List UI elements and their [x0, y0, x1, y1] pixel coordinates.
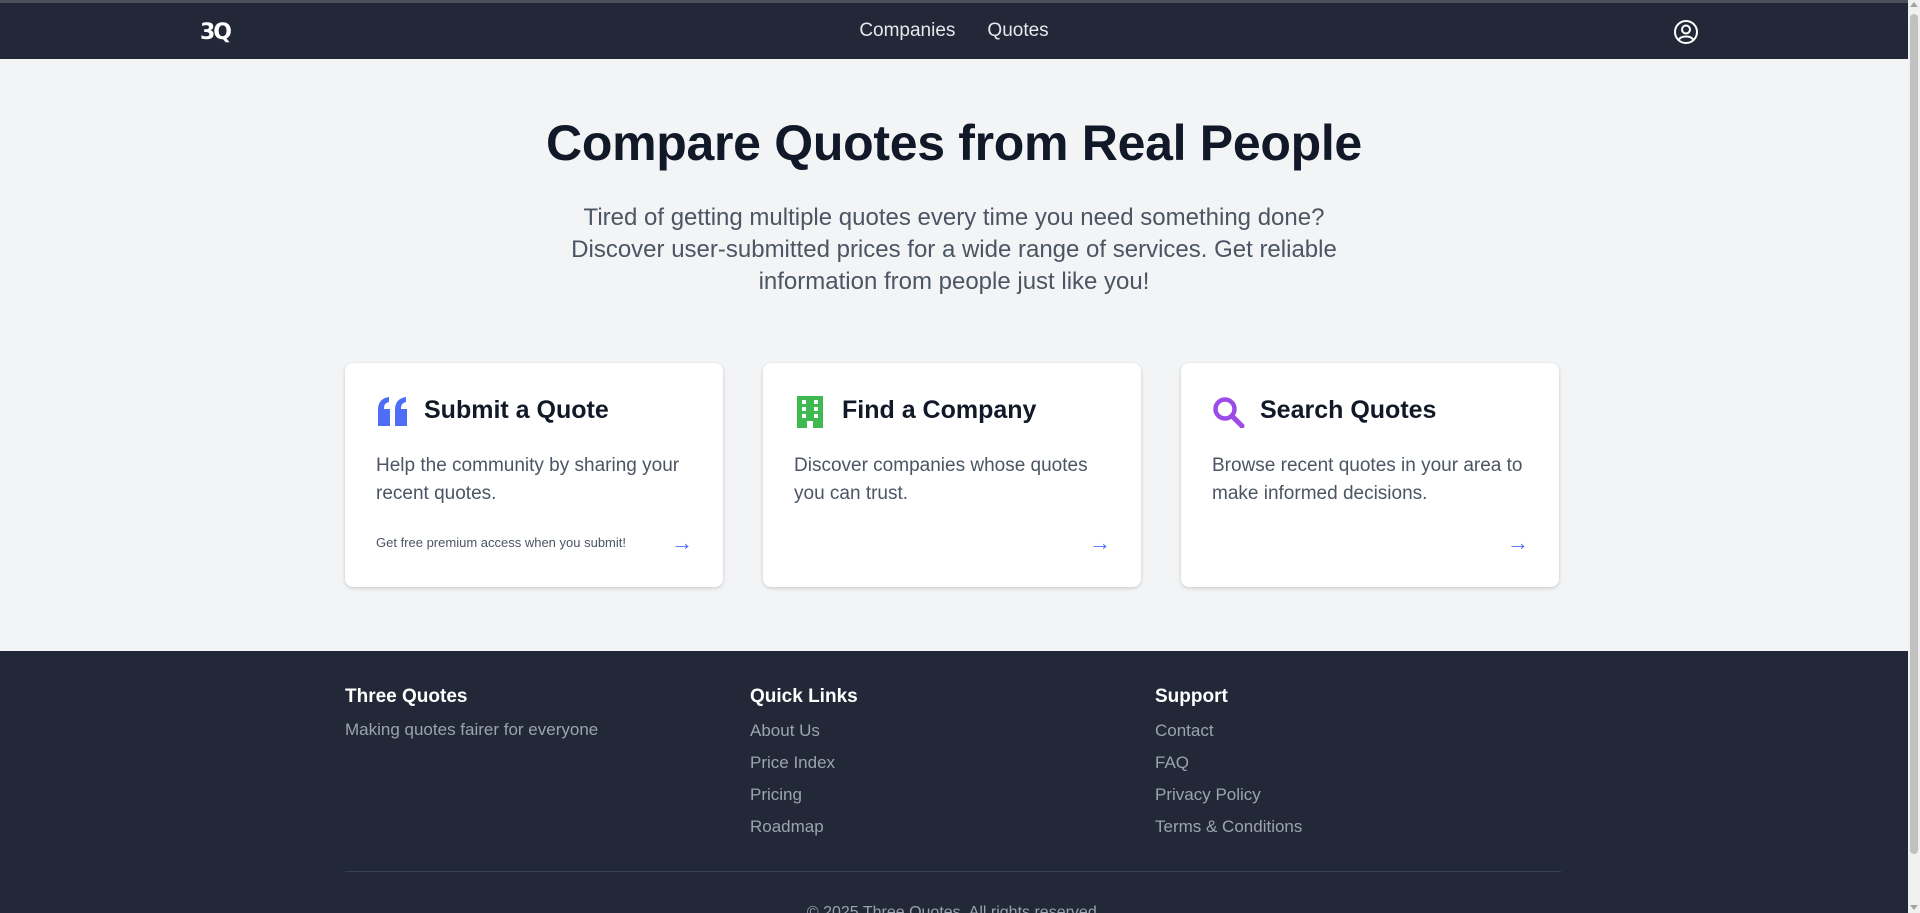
footer-link-privacy-policy[interactable]: Privacy Policy [1155, 784, 1302, 816]
footer-link-price-index[interactable]: Price Index [750, 752, 858, 784]
card-description: Discover companies whose quotes you can … [794, 455, 1088, 504]
footer-quick-links-title: Quick Links [750, 686, 858, 707]
hero-subtitle: Tired of getting multiple quotes every t… [571, 204, 1337, 295]
footer-brand-column: Three Quotes Making quotes fairer for ev… [345, 686, 598, 740]
submit-quote-card[interactable]: Submit a Quote Help the community by sha… [345, 363, 723, 587]
card-description: Help the community by sharing your recen… [376, 455, 680, 504]
arrow-right-icon[interactable]: → [1089, 530, 1111, 556]
footer-link-terms[interactable]: Terms & Conditions [1155, 816, 1302, 848]
footer-tagline: Making quotes fairer for everyone [345, 720, 599, 739]
footer-support-title: Support [1155, 686, 1228, 707]
card-title: Find a Company [842, 396, 1037, 424]
footer-link-roadmap[interactable]: Roadmap [750, 816, 858, 848]
card-note: Get free premium access when you submit! [376, 535, 626, 550]
hero-title: Compare Quotes from Real People [546, 115, 1362, 171]
footer: Three Quotes Making quotes fairer for ev… [0, 651, 1908, 913]
scroll-up-arrow-icon[interactable] [1910, 2, 1918, 7]
footer-link-contact[interactable]: Contact [1155, 720, 1302, 752]
footer-support-column: Support Contact FAQ Privacy Policy Terms… [1155, 686, 1302, 848]
arrow-right-icon[interactable]: → [671, 530, 693, 556]
card-title: Search Quotes [1260, 396, 1437, 424]
main-nav: Companies Quotes [0, 3, 1908, 59]
footer-link-about-us[interactable]: About Us [750, 720, 858, 752]
footer-brand-title: Three Quotes [345, 686, 468, 707]
scroll-down-arrow-icon[interactable] [1910, 905, 1918, 910]
quote-icon [376, 396, 410, 428]
nav-companies[interactable]: Companies [859, 20, 955, 42]
arrow-right-icon[interactable]: → [1507, 530, 1529, 556]
scroll-thumb[interactable] [1910, 14, 1918, 854]
page-scrollbar[interactable] [1908, 0, 1920, 913]
footer-copyright: © 2025 Three Quotes. All rights reserved… [806, 904, 1102, 913]
building-icon [794, 396, 828, 428]
search-quotes-card[interactable]: Search Quotes Browse recent quotes in yo… [1181, 363, 1559, 587]
card-description: Browse recent quotes in your area to mak… [1212, 455, 1523, 504]
footer-link-pricing[interactable]: Pricing [750, 784, 858, 816]
search-icon [1212, 396, 1246, 429]
nav-quotes[interactable]: Quotes [987, 20, 1048, 42]
user-circle-icon[interactable] [1673, 19, 1699, 45]
card-title: Submit a Quote [424, 396, 609, 424]
top-navbar: 3Q Companies Quotes [0, 3, 1908, 59]
find-company-card[interactable]: Find a Company Discover companies whose … [763, 363, 1141, 587]
footer-divider [345, 871, 1561, 872]
footer-link-faq[interactable]: FAQ [1155, 752, 1302, 784]
footer-quick-links-column: Quick Links About Us Price Index Pricing… [750, 686, 858, 848]
